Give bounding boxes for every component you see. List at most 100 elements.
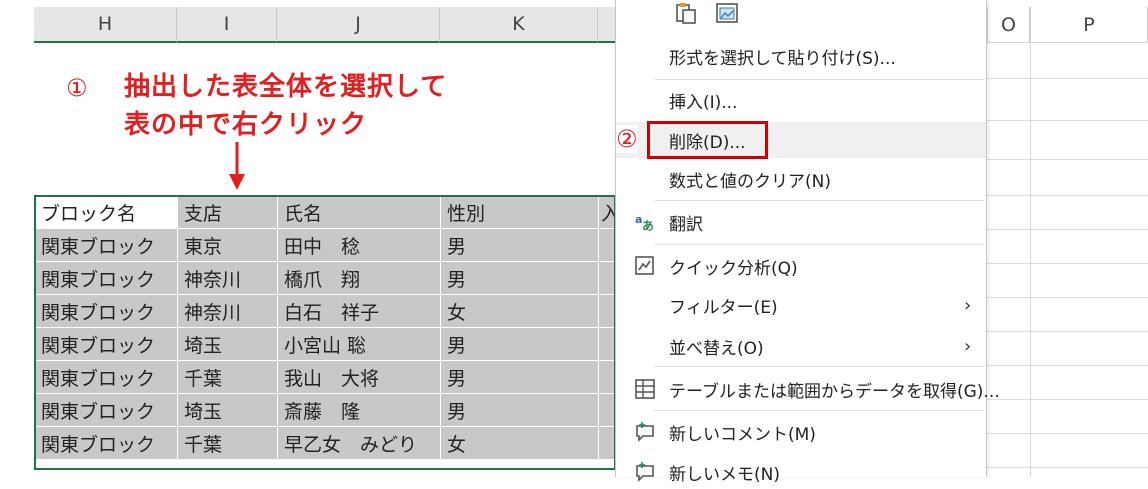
table-cell[interactable]: 関東ブロック [34, 360, 178, 394]
grid-line [987, 365, 1148, 366]
menu-item-label: 並べ替え(O) [669, 338, 764, 359]
table-row[interactable]: 関東ブロック 神奈川 白石 祥子 女 [34, 294, 622, 328]
menu-item-label: クイック分析(Q) [669, 258, 798, 279]
table-row[interactable]: 関東ブロック 千葉 我山 大将 男 [34, 360, 622, 394]
column-header-o[interactable]: O [987, 7, 1030, 43]
menu-item-label: フィルター(E) [669, 297, 778, 318]
table-cell[interactable]: 田中 稔 [277, 228, 441, 262]
table-row[interactable]: 関東ブロック 東京 田中 稔 男 [34, 228, 622, 262]
grid-line [987, 331, 1148, 332]
column-header-h[interactable]: H [34, 7, 177, 43]
grid-line [987, 78, 1148, 79]
menu-separator [654, 410, 984, 411]
paste-option-icon[interactable] [674, 2, 698, 24]
new-comment-icon [636, 422, 654, 442]
menu-item-clear-contents[interactable]: 数式と値のクリア(N) [616, 162, 986, 196]
context-menu[interactable]: 形式を選択して貼り付け(S)... 挿入(I)... 削除(D)... 数式と値… [615, 0, 1000, 485]
column-label: O [1001, 13, 1016, 36]
menu-item-new-note[interactable]: 新しいメモ(N) [616, 455, 986, 489]
menu-separator [654, 244, 984, 245]
table-icon [635, 379, 655, 399]
table-header-cell[interactable]: 性別 [440, 195, 599, 229]
table-row[interactable]: 関東ブロック 埼玉 斎藤 隆 男 [34, 393, 622, 427]
menu-item-translate[interactable]: a あ 翻訳 [616, 205, 986, 239]
column-label: I [223, 13, 230, 35]
table-cell[interactable]: 橋爪 翔 [277, 261, 441, 295]
grid-line [987, 433, 1148, 434]
table-cell[interactable]: 千葉 [177, 426, 278, 460]
table-cell[interactable]: 関東ブロック [34, 261, 178, 295]
grid-line [987, 297, 1148, 298]
table-cell[interactable]: 男 [440, 261, 599, 295]
grid-line [987, 229, 1148, 230]
down-arrow-icon [229, 142, 245, 190]
menu-separator [654, 79, 984, 80]
menu-item-label: 数式と値のクリア(N) [669, 171, 831, 192]
table-header-row[interactable]: ブロック名 支店 氏名 性別 入 [34, 195, 622, 229]
menu-item-paste-special[interactable]: 形式を選択して貼り付け(S)... [616, 39, 986, 73]
table-cell[interactable]: 関東ブロック [34, 393, 178, 427]
column-label: P [1083, 13, 1095, 36]
table-cell[interactable]: 関東ブロック [34, 294, 178, 328]
column-header-i[interactable]: I [177, 7, 277, 43]
column-header-k[interactable]: K [440, 7, 598, 43]
table-row[interactable]: 関東ブロック 神奈川 橋爪 翔 男 [34, 261, 622, 295]
grid-line [987, 263, 1148, 264]
column-label: J [355, 13, 361, 35]
table-row[interactable]: 関東ブロック 千葉 早乙女 みどり 女 [34, 426, 622, 460]
table-cell[interactable]: 男 [440, 327, 599, 361]
table-cell[interactable]: 東京 [177, 228, 278, 262]
table-cell[interactable]: 白石 祥子 [277, 294, 441, 328]
column-header-p[interactable]: P [1030, 7, 1148, 43]
column-header-l[interactable] [598, 7, 616, 43]
table-cell[interactable]: 神奈川 [177, 261, 278, 295]
table-cell[interactable]: 早乙女 みどり [277, 426, 441, 460]
column-header-j[interactable]: J [277, 7, 440, 43]
table-cell[interactable]: 男 [440, 393, 599, 427]
translate-icon: a あ [635, 213, 654, 233]
chevron-right-icon: › [964, 294, 972, 316]
menu-item-label: 新しいコメント(M) [669, 424, 816, 445]
table-cell[interactable]: 女 [440, 426, 599, 460]
table-cell[interactable]: 男 [440, 360, 599, 394]
grid-line [987, 399, 1148, 400]
svg-text:あ: あ [642, 219, 654, 233]
table-header-cell[interactable]: 支店 [177, 195, 278, 229]
menu-item-new-comment[interactable]: 新しいコメント(M) [616, 415, 986, 449]
table-cell[interactable]: 女 [440, 294, 599, 328]
grid-line [987, 120, 1148, 121]
delete-highlight-box [647, 121, 768, 159]
menu-item-filter[interactable]: フィルター(E) › [616, 288, 986, 322]
table-cell[interactable]: 埼玉 [177, 393, 278, 427]
table-cell[interactable]: 関東ブロック [34, 327, 178, 361]
table-header-cell[interactable]: 氏名 [277, 195, 441, 229]
table-cell[interactable]: 千葉 [177, 360, 278, 394]
chevron-right-icon: › [964, 335, 972, 357]
table-cell[interactable]: 関東ブロック [34, 426, 178, 460]
table-row[interactable]: 関東ブロック 埼玉 小宮山 聡 男 [34, 327, 622, 361]
menu-item-quick-analysis[interactable]: クイック分析(Q) [616, 249, 986, 283]
column-label: K [512, 13, 525, 35]
step1-instruction-line2: 表の中で右クリック [124, 110, 368, 140]
menu-item-label: 翻訳 [669, 214, 703, 235]
table-cell[interactable]: 神奈川 [177, 294, 278, 328]
data-table[interactable]: ブロック名 支店 氏名 性別 入 関東ブロック 東京 田中 稔 男 関東ブロック… [34, 195, 622, 460]
table-cell[interactable]: 埼玉 [177, 327, 278, 361]
quick-analysis-icon [635, 256, 654, 275]
new-note-icon [636, 462, 654, 482]
menu-item-label: 挿入(I)... [669, 92, 738, 113]
menu-item-sort[interactable]: 並べ替え(O) › [616, 329, 986, 363]
column-label: H [97, 13, 113, 35]
menu-item-insert[interactable]: 挿入(I)... [616, 83, 986, 117]
menu-item-get-data[interactable]: テーブルまたは範囲からデータを取得(G)... [616, 372, 1000, 406]
table-cell[interactable]: 我山 大将 [277, 360, 441, 394]
menu-item-label: 形式を選択して貼り付け(S)... [669, 48, 896, 69]
paste-picture-icon[interactable] [715, 2, 739, 24]
grid-line [1030, 43, 1031, 477]
table-cell[interactable]: 小宮山 聡 [277, 327, 441, 361]
table-header-cell[interactable]: ブロック名 [34, 195, 178, 229]
table-cell[interactable]: 斎藤 隆 [277, 393, 441, 427]
grid-line [987, 195, 1148, 196]
table-cell[interactable]: 関東ブロック [34, 228, 178, 262]
table-cell[interactable]: 男 [440, 228, 599, 262]
